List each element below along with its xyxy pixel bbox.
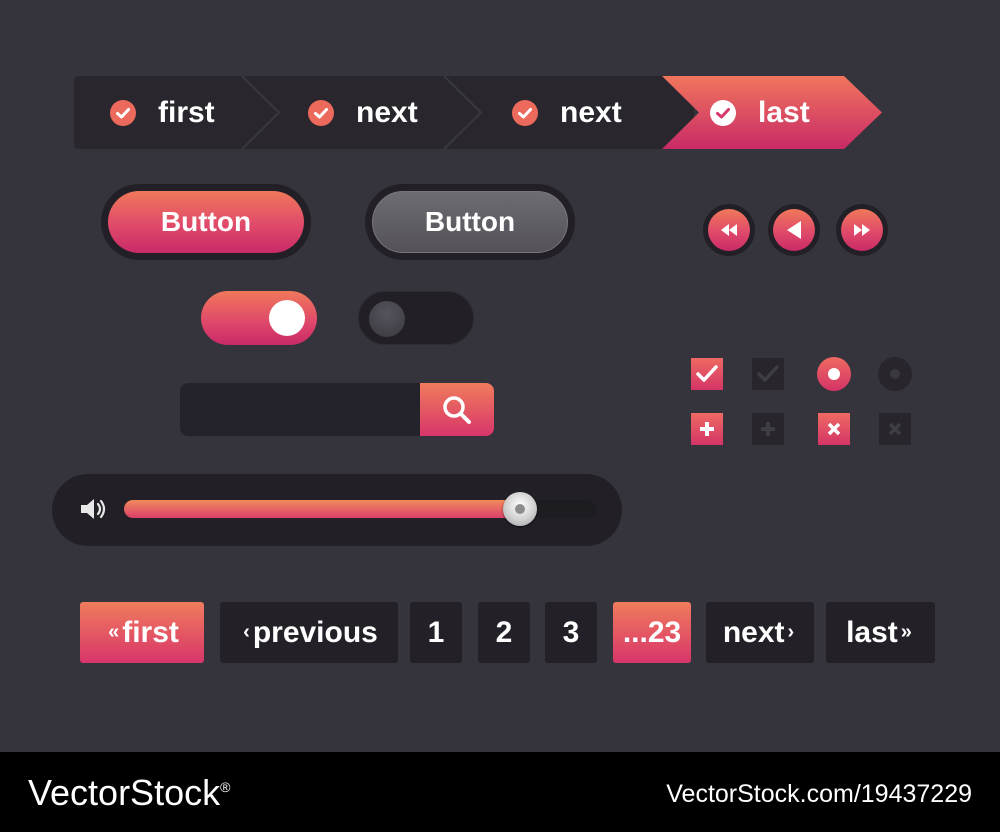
checkbox-checked[interactable] [691,358,723,390]
pagination-previous[interactable]: ‹ previous [220,602,398,663]
pagination-next[interactable]: next › [706,602,814,663]
registered-mark: ® [220,779,231,795]
plus-icon [700,422,714,436]
search-button[interactable] [420,383,494,436]
pagination-first-label: first [122,615,179,649]
watermark-footer: VectorStock® VectorStock.com/19437229 [0,752,1000,832]
speaker-icon[interactable] [80,498,108,520]
rewind-icon [721,224,737,236]
toggle-knob [269,300,305,336]
fast-forward-button[interactable] [841,209,883,251]
close-checkbox-checked[interactable] [818,413,850,445]
toggle-off[interactable] [358,291,474,345]
plus-checkbox-unchecked[interactable] [752,413,784,445]
pagination-last[interactable]: last» [826,602,935,663]
pagination-page-2[interactable]: 2 [478,602,530,663]
checkbox-unchecked[interactable] [752,358,784,390]
pagination-last-label: last [846,615,898,649]
step-last-active[interactable]: last [710,76,810,149]
secondary-button-frame: Button [365,184,575,260]
check-circle-icon [710,99,736,126]
close-checkbox-unchecked[interactable] [879,413,911,445]
plus-checkbox-checked[interactable] [691,413,723,445]
rewind-button[interactable] [708,209,750,251]
check-circle-icon [512,99,538,126]
search-input[interactable] [180,383,420,436]
close-icon [827,422,841,436]
radio-unselected[interactable] [878,357,912,391]
step-second[interactable]: next [308,76,418,149]
check-circle-icon [110,99,136,126]
secondary-button[interactable]: Button [372,191,568,253]
double-left-arrow-icon: « [108,621,120,643]
close-icon [888,422,902,436]
check-icon [696,365,718,382]
double-right-arrow-icon: » [900,621,912,643]
right-arrow-icon: › [787,621,795,643]
play-reverse-icon [787,221,801,239]
play-reverse-button[interactable] [773,209,815,251]
pagination-page-3[interactable]: 3 [545,602,597,663]
radio-selected[interactable] [817,357,851,391]
radio-dot [828,368,840,380]
pagination-first[interactable]: «first [80,602,204,663]
pagination-next-label: next [722,615,785,649]
play-reverse-button-frame [768,204,820,256]
step-label: next [560,95,622,129]
volume-track[interactable] [124,492,596,526]
check-circle-icon [308,99,334,126]
primary-button[interactable]: Button [108,191,304,253]
pagination-page-1[interactable]: 1 [410,602,462,663]
step-label: last [758,95,810,129]
step-label: first [158,95,215,129]
rewind-button-frame [703,204,755,256]
pagination-previous-label: previous [252,615,378,649]
primary-button-frame: Button [101,184,311,260]
plus-icon [761,422,775,436]
volume-fill [124,500,521,518]
volume-control [52,474,622,546]
search-bar [180,383,494,436]
image-reference: VectorStock.com/19437229 [666,780,972,808]
check-icon [757,365,779,382]
toggle-knob [369,301,405,337]
brand-logo: VectorStock® [28,772,231,813]
fast-forward-icon [854,224,870,236]
pagination-current-page[interactable]: ...23 [613,602,691,663]
step-label: next [356,95,418,129]
toggle-on[interactable] [201,291,317,345]
volume-thumb[interactable] [503,492,538,526]
step-third[interactable]: next [512,76,622,149]
fast-forward-button-frame [836,204,888,256]
step-first[interactable]: first [110,76,215,149]
radio-dot [890,369,900,379]
progress-stepper: first next next last [74,76,882,149]
search-icon [443,395,471,424]
left-arrow-icon: ‹ [243,621,250,643]
